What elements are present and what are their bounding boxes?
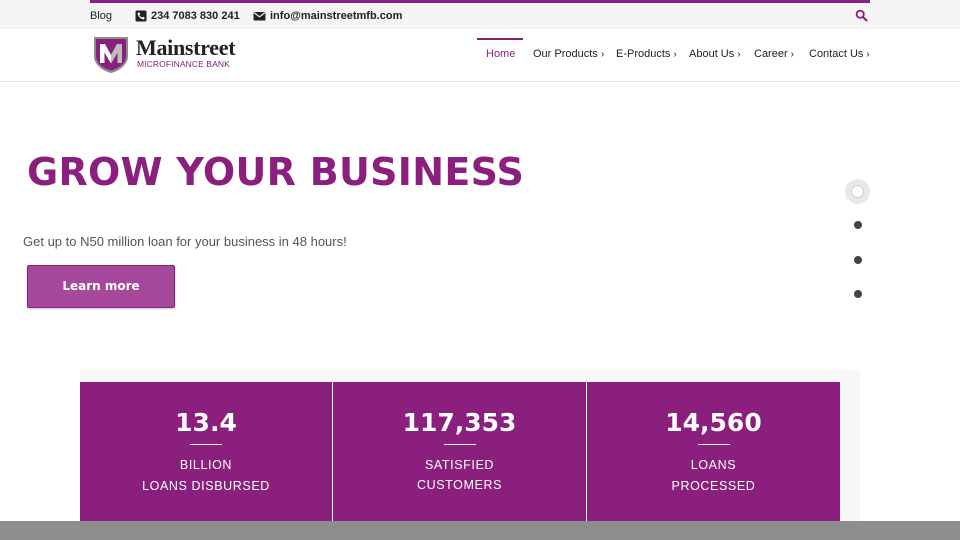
slider-dot[interactable] — [854, 256, 862, 264]
search-icon[interactable] — [855, 9, 868, 22]
stat-label-line2: CUSTOMERS — [416, 478, 503, 492]
stat-card: 13.4 BILLION LOANS DISBURSED — [80, 382, 332, 522]
chevron-right-icon: › — [866, 49, 870, 60]
chevron-right-icon: › — [790, 49, 794, 60]
stat-label-line1: BILLION — [179, 458, 233, 472]
nav-item-career[interactable]: Career › — [754, 48, 794, 61]
top-utility-bar: Blog 234 7083 830 241 info@mainstreetmfb… — [0, 0, 960, 29]
stat-label-line2: PROCESSED — [671, 479, 756, 493]
hero-subtitle: Get up to N50 million loan for your busi… — [23, 234, 347, 249]
blog-link[interactable]: Blog — [90, 10, 112, 22]
nav-item-label: Career — [754, 48, 788, 60]
chevron-right-icon: › — [600, 49, 605, 60]
main-header: Mainstreet MICROFINANCE BANK Home Our Pr… — [0, 29, 960, 82]
slider-dot[interactable] — [854, 221, 862, 229]
envelope-icon — [253, 12, 266, 21]
logo[interactable]: Mainstreet MICROFINANCE BANK — [92, 34, 242, 74]
stat-card: 14,560 LOANS PROCESSED — [587, 382, 840, 522]
slider-dot[interactable] — [854, 290, 862, 298]
email-address[interactable]: info@mainstreetmfb.com — [270, 10, 402, 22]
logo-name: Mainstreet — [136, 35, 236, 60]
phone-icon — [135, 10, 147, 22]
nav-item-about-us[interactable]: About Us › — [689, 48, 741, 61]
nav-active-indicator — [477, 38, 523, 40]
nav-item-label: Contact Us — [809, 48, 864, 60]
bottom-bar — [0, 521, 960, 540]
stat-label-line2: LOANS DISBURSED — [142, 479, 270, 493]
stat-value: 13.4 — [175, 408, 237, 437]
logo-subtitle: MICROFINANCE BANK — [137, 59, 230, 69]
stat-value: 117,353 — [402, 408, 517, 437]
stat-value: 14,560 — [665, 408, 762, 437]
nav-item-label: About Us — [689, 48, 735, 60]
nav-item-e-products[interactable]: E-Products › — [616, 48, 677, 61]
chevron-right-icon: › — [737, 49, 741, 60]
nav-item-our-products[interactable]: Our Products › — [533, 48, 604, 61]
nav-item-label: Home — [486, 48, 516, 60]
topbar-accent-line — [90, 0, 870, 3]
stat-divider — [190, 444, 222, 445]
learn-more-button[interactable]: Learn more — [27, 265, 175, 308]
nav-item-label: Our Products — [533, 48, 598, 60]
stat-divider — [443, 444, 476, 445]
stat-divider — [697, 444, 730, 445]
hero-title: GROW YOUR BUSINESS — [27, 150, 525, 194]
logo-shield-icon — [94, 37, 128, 73]
stat-label-line1: LOANS — [690, 458, 737, 472]
page: Blog 234 7083 830 241 info@mainstreetmfb… — [0, 0, 960, 540]
slider-dot-active[interactable] — [845, 179, 870, 204]
stat-label-line1: SATISFIED — [424, 458, 495, 472]
nav-item-contact-us[interactable]: Contact Us › — [809, 48, 870, 61]
phone-number[interactable]: 234 7083 830 241 — [151, 10, 240, 22]
nav-item-home[interactable]: Home — [486, 48, 515, 60]
chevron-right-icon: › — [673, 49, 677, 60]
stat-card: 117,353 SATISFIED CUSTOMERS — [333, 382, 586, 522]
nav-item-label: E-Products — [616, 48, 671, 60]
